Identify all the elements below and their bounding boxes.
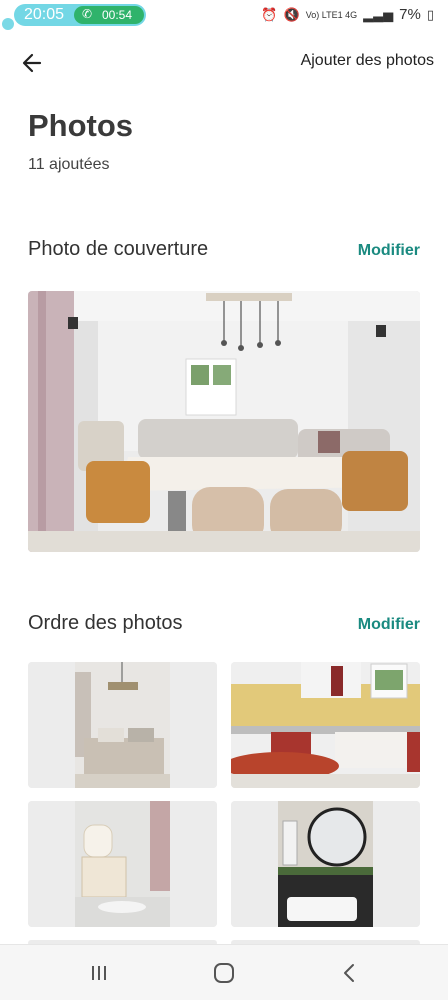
photo-thumbnail-bathroom[interactable] bbox=[231, 801, 420, 927]
cover-photo[interactable] bbox=[28, 291, 420, 552]
photo-thumbnail-kitchen[interactable] bbox=[231, 662, 420, 788]
call-duration: 00:54 bbox=[102, 8, 133, 22]
top-navigation: Ajouter des photos bbox=[0, 42, 448, 82]
photo-thumbnail-dresser[interactable] bbox=[28, 801, 217, 927]
kitchen-image bbox=[231, 662, 420, 788]
status-time: 20:05 bbox=[24, 6, 65, 23]
phone-icon: ✆ bbox=[82, 7, 93, 21]
order-section-title: Ordre des photos bbox=[28, 612, 183, 634]
added-count: 11 ajoutées bbox=[28, 156, 110, 173]
chevron-left-icon[interactable] bbox=[336, 959, 364, 987]
system-navigation-bar bbox=[0, 944, 448, 1000]
bathroom-image bbox=[231, 801, 420, 927]
status-dot bbox=[2, 18, 14, 30]
signal-icon: ▂▃▅ bbox=[363, 6, 394, 22]
cover-modify-button[interactable]: Modifier bbox=[358, 242, 420, 260]
recents-icon[interactable] bbox=[85, 959, 113, 987]
page-title: Photos bbox=[28, 108, 134, 143]
alarm-icon: ⏰ bbox=[261, 6, 278, 22]
order-modify-button[interactable]: Modifier bbox=[358, 616, 420, 634]
cover-section-title: Photo de couverture bbox=[28, 238, 209, 260]
battery-level: 7% bbox=[399, 6, 421, 23]
back-arrow-icon[interactable] bbox=[18, 48, 48, 78]
home-icon[interactable] bbox=[210, 959, 238, 987]
battery-icon: ▯ bbox=[426, 6, 434, 22]
network-label: Vo) LTE1 4G bbox=[305, 9, 358, 20]
status-bar: 20:05 ✆ 00:54 ⏰ 🔇 Vo) LTE1 4G ▂▃▅ 7% ▯ bbox=[0, 0, 448, 30]
status-icons: ⏰ 🔇 Vo) LTE1 4G ▂▃▅ 7% ▯ bbox=[261, 6, 434, 23]
add-photos-button[interactable]: Ajouter des photos bbox=[301, 52, 434, 70]
photo-thumbnail-bedroom[interactable] bbox=[28, 662, 217, 788]
call-chip[interactable]: ✆ 00:54 bbox=[74, 6, 144, 24]
mute-icon: 🔇 bbox=[283, 6, 300, 22]
dresser-image bbox=[28, 801, 217, 927]
cover-photo-image bbox=[28, 291, 420, 552]
bedroom-image bbox=[28, 662, 217, 788]
